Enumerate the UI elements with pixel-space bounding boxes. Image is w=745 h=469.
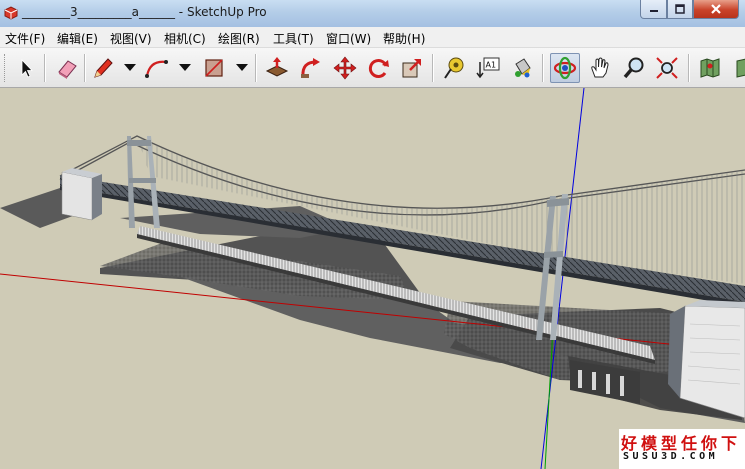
text-tool-label: A1 bbox=[486, 61, 497, 70]
menu-view[interactable]: 视图(V) bbox=[110, 30, 152, 47]
menu-draw[interactable]: 绘图(R) bbox=[218, 30, 260, 47]
push-pull-tool-button[interactable] bbox=[262, 53, 292, 83]
menu-file[interactable]: 文件(F) bbox=[5, 30, 45, 47]
maximize-button[interactable] bbox=[667, 0, 693, 19]
rectangle-icon bbox=[205, 59, 223, 77]
menu-help[interactable]: 帮助(H) bbox=[383, 30, 425, 47]
arc-icon bbox=[145, 60, 168, 78]
close-icon bbox=[711, 4, 721, 14]
chevron-down-icon[interactable] bbox=[124, 64, 136, 71]
text-label-icon: A1 bbox=[476, 57, 500, 79]
menu-edit[interactable]: 编辑(E) bbox=[57, 30, 98, 47]
select-tool-button[interactable] bbox=[11, 53, 41, 83]
minimize-icon bbox=[649, 10, 658, 12]
close-button[interactable] bbox=[693, 0, 739, 19]
toolbar-grip[interactable] bbox=[4, 54, 8, 82]
text-tool-button[interactable]: A1 bbox=[473, 53, 503, 83]
main-toolbar: A1 bbox=[0, 48, 745, 88]
left-anchorage bbox=[61, 168, 102, 221]
rotate-icon bbox=[368, 59, 389, 78]
window-title: ________3_________a______ - SketchUp Pro bbox=[22, 5, 267, 19]
site-watermark: 好模型任你下 SUSU3D.COM bbox=[619, 429, 745, 469]
menu-camera[interactable]: 相机(C) bbox=[164, 30, 206, 47]
toolbar-separator bbox=[84, 54, 86, 82]
map-tool-button[interactable] bbox=[695, 53, 725, 83]
select-icon bbox=[21, 59, 33, 78]
follow-me-icon bbox=[301, 58, 320, 78]
model-viewport[interactable]: 好模型任你下 SUSU3D.COM bbox=[0, 88, 745, 469]
zoom-icon bbox=[623, 57, 644, 79]
move-tool-button[interactable] bbox=[330, 53, 360, 83]
toolbar-separator bbox=[432, 54, 434, 82]
zoom-extents-icon bbox=[656, 57, 678, 79]
sketchup-logo-icon bbox=[4, 6, 18, 20]
rotate-tool-button[interactable] bbox=[364, 53, 394, 83]
minimize-button[interactable] bbox=[640, 0, 667, 19]
toolbar-separator bbox=[542, 54, 544, 82]
menu-tools[interactable]: 工具(T) bbox=[273, 30, 314, 47]
paint-bucket-tool-button[interactable] bbox=[507, 53, 537, 83]
location-icon bbox=[736, 58, 745, 78]
pencil-icon bbox=[94, 58, 113, 78]
follow-me-tool-button[interactable] bbox=[296, 53, 326, 83]
scale-icon bbox=[402, 59, 421, 78]
toolbar-separator bbox=[688, 54, 690, 82]
arc-tool-button[interactable] bbox=[142, 53, 172, 83]
rectangle-tool-button[interactable] bbox=[199, 53, 229, 83]
pan-tool-button[interactable] bbox=[585, 53, 615, 83]
menu-bar: 文件(F) 编辑(E) 视图(V) 相机(C) 绘图(R) 工具(T) 窗口(W… bbox=[0, 27, 745, 48]
move-icon bbox=[333, 56, 357, 80]
toolbar-separator bbox=[255, 54, 257, 82]
scale-tool-button[interactable] bbox=[397, 53, 427, 83]
add-location-tool-button[interactable] bbox=[729, 53, 745, 83]
orbit-tool-button[interactable] bbox=[550, 53, 580, 83]
menu-window[interactable]: 窗口(W) bbox=[326, 30, 371, 47]
chevron-down-icon[interactable] bbox=[236, 64, 248, 71]
watermark-url: SUSU3D.COM bbox=[623, 451, 719, 462]
tape-measure-tool-button[interactable] bbox=[439, 53, 469, 83]
pan-icon bbox=[591, 57, 609, 78]
eraser-icon bbox=[58, 60, 77, 79]
zoom-tool-button[interactable] bbox=[619, 53, 649, 83]
push-pull-icon bbox=[265, 57, 289, 77]
bridge-model-scene bbox=[0, 88, 745, 469]
pencil-tool-button[interactable] bbox=[88, 53, 118, 83]
tape-measure-icon bbox=[444, 57, 464, 79]
toolbar-separator bbox=[44, 54, 46, 82]
maximize-icon bbox=[675, 4, 685, 14]
chevron-down-icon[interactable] bbox=[179, 64, 191, 71]
paint-bucket-icon bbox=[515, 58, 531, 78]
map-icon bbox=[700, 58, 720, 78]
title-bar: ________3_________a______ - SketchUp Pro bbox=[0, 0, 745, 28]
zoom-extents-tool-button[interactable] bbox=[652, 53, 682, 83]
orbit-icon bbox=[553, 56, 577, 80]
eraser-tool-button[interactable] bbox=[52, 53, 82, 83]
